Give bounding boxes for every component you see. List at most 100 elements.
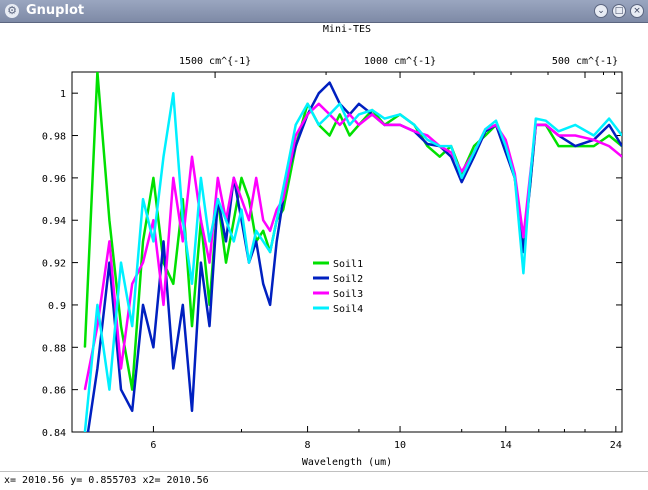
data-point-soil4-25 (307, 103, 309, 105)
maximize-button[interactable]: □ (612, 4, 626, 18)
close-button[interactable]: × (630, 4, 644, 18)
data-point-soil1-0 (84, 346, 86, 348)
data-point-soil4-35 (426, 139, 428, 141)
data-point-soil2-2 (108, 262, 110, 264)
data-point-soil3-4 (131, 283, 133, 285)
data-point-soil4-40 (484, 128, 486, 130)
data-point-soil4-12 (208, 240, 211, 242)
data-point-soil1-3 (120, 325, 122, 327)
data-point-soil4-37 (450, 145, 452, 147)
data-point-soil4-15 (233, 240, 235, 242)
data-point-soil3-37 (450, 151, 452, 154)
data-point-soil2-26 (318, 92, 320, 94)
data-point-soil4-16 (240, 209, 243, 211)
minimize-button[interactable]: ⌄ (594, 4, 608, 18)
y-tick-label-6: 0.96 (42, 174, 66, 185)
data-point-soil4-26 (318, 124, 320, 126)
data-point-soil3-26 (318, 103, 320, 105)
gnuplot-window: ⚙ Gnuplot ⌄ □ × Mini-TES 0.84 0.86 0.88 0.9 0… (0, 0, 648, 490)
data-point-soil1-4 (131, 389, 133, 391)
data-point-soil2-12 (208, 325, 211, 327)
data-point-soil3-3 (120, 367, 122, 370)
data-point-soil1-15 (233, 219, 235, 221)
data-point-soil2-39 (473, 156, 475, 158)
data-point-soil3-9 (182, 240, 184, 242)
data-point-soil4-34 (413, 124, 415, 126)
data-point-soil1-10 (191, 325, 193, 327)
data-point-soil4-24 (295, 124, 297, 126)
window-title: Gnuplot (26, 3, 85, 18)
data-point-soil4-11 (200, 177, 202, 179)
data-point-soil4-45 (529, 181, 531, 183)
data-point-soil4-51 (608, 118, 610, 120)
data-point-soil3-7 (162, 304, 165, 306)
data-point-soil1-16 (240, 177, 243, 179)
x-tick-label-4: 24 (610, 440, 622, 451)
data-point-soil3-11 (200, 219, 202, 221)
data-point-soil4-47 (545, 120, 547, 122)
x-tick-label-0: 6 (150, 440, 156, 451)
data-point-soil3-13 (217, 177, 219, 179)
title-bar[interactable]: ⚙ Gnuplot ⌄ □ × (0, 0, 648, 23)
data-point-soil4-23 (288, 156, 291, 158)
data-point-soil3-42 (505, 139, 507, 141)
gnuplot-app-icon[interactable]: ⚙ (5, 4, 19, 18)
data-point-soil2-19 (262, 283, 264, 285)
data-point-soil4-20 (269, 251, 271, 253)
data-point-soil3-0 (84, 389, 86, 391)
data-point-soil4-30 (358, 113, 360, 115)
data-point-soil2-3 (120, 389, 122, 391)
data-point-soil3-6 (152, 219, 154, 221)
data-point-soil4-49 (574, 124, 576, 126)
data-point-soil4-39 (473, 151, 475, 154)
data-point-soil4-33 (399, 113, 401, 115)
data-point-soil2-14 (225, 240, 227, 242)
data-point-soil4-10 (191, 283, 193, 285)
data-point-soil2-11 (200, 262, 202, 264)
data-point-soil4-21 (276, 219, 278, 221)
data-point-soil3-25 (307, 113, 309, 115)
data-point-soil3-50 (593, 139, 595, 141)
data-point-soil3-16 (240, 198, 243, 200)
x2-tick-label-1: 1000 cm^{-1} (364, 56, 436, 67)
data-point-soil2-6 (152, 346, 154, 348)
data-point-soil4-28 (339, 103, 341, 105)
data-point-soil4-43 (514, 177, 516, 179)
data-point-soil3-5 (142, 262, 144, 264)
data-point-soil4-17 (248, 262, 250, 264)
data-point-soil3-2 (108, 240, 110, 242)
data-point-soil3-17 (248, 219, 250, 221)
data-point-soil1-35 (426, 145, 428, 147)
data-point-soil2-0 (84, 453, 85, 454)
data-point-soil1-17 (248, 198, 250, 200)
data-point-soil1-28 (339, 113, 341, 115)
data-point-soil1-6 (152, 177, 154, 179)
y-tick-label-7: 0.98 (42, 132, 66, 143)
data-point-soil4-19 (262, 240, 264, 242)
data-point-soil3-10 (191, 156, 193, 158)
x2-tick-label-2: 500 cm^{-1} (552, 56, 618, 67)
data-point-soil4-42 (505, 145, 507, 147)
x2-tick-label-0: 1500 cm^{-1} (179, 56, 251, 67)
data-point-soil4-32 (384, 118, 386, 120)
data-point-soil3-12 (208, 262, 211, 264)
plot-canvas[interactable]: Mini-TES 0.84 0.86 0.88 0.9 0.92 0.94 0.96 0.98 1… (0, 22, 648, 470)
data-point-soil3-51 (608, 145, 610, 147)
data-point-soil1-39 (473, 145, 475, 147)
x-tick-label-1: 8 (305, 440, 311, 451)
data-point-soil4-4 (131, 325, 133, 327)
data-point-soil2-20 (269, 304, 271, 306)
data-point-soil1-48 (558, 145, 560, 147)
data-point-soil1-19 (262, 230, 264, 232)
data-point-soil1-8 (172, 283, 174, 285)
data-point-soil4-50 (593, 134, 595, 137)
y-tick-label-0: 0.84 (42, 428, 66, 439)
data-point-soil1-5 (142, 240, 144, 242)
data-point-soil4-2 (108, 389, 110, 391)
data-point-soil3-20 (269, 230, 271, 232)
data-point-soil2-1 (96, 367, 98, 370)
data-point-soil3-29 (349, 113, 351, 115)
data-point-soil4-38 (461, 177, 463, 179)
data-point-soil4-29 (349, 124, 351, 126)
data-point-soil3-34 (413, 130, 415, 132)
